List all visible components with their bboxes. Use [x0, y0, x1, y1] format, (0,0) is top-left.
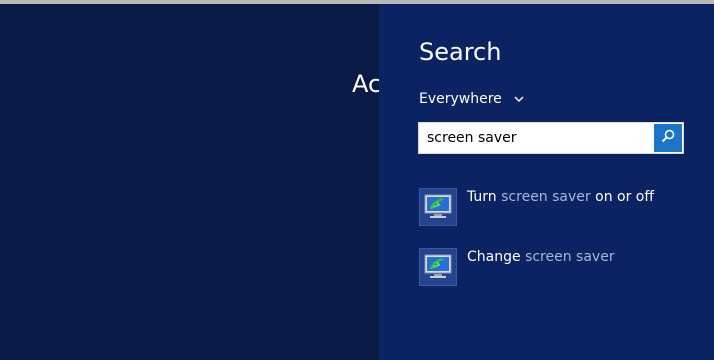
result-label: Change screen saver — [467, 249, 615, 265]
background-heading: Ac — [352, 70, 382, 98]
search-icon — [660, 128, 676, 148]
monitor-screensaver-icon — [419, 188, 457, 226]
result-label: Turn screen saver on or off — [467, 189, 654, 205]
result-change-screen-saver[interactable]: Change screen saver — [419, 248, 615, 286]
search-box — [418, 122, 684, 154]
search-button[interactable] — [654, 124, 682, 152]
monitor-screensaver-icon — [419, 248, 457, 286]
result-turn-screen-saver[interactable]: Turn screen saver on or off — [419, 188, 654, 226]
panel-title: Search — [419, 38, 502, 66]
search-charm-panel: Search Everywhere screen saver Turn scre… — [379, 4, 714, 360]
search-scope-dropdown[interactable]: Everywhere — [419, 89, 526, 109]
search-input[interactable] — [419, 123, 653, 153]
chevron-down-icon — [512, 92, 526, 106]
search-scope-label: Everywhere — [419, 91, 502, 107]
